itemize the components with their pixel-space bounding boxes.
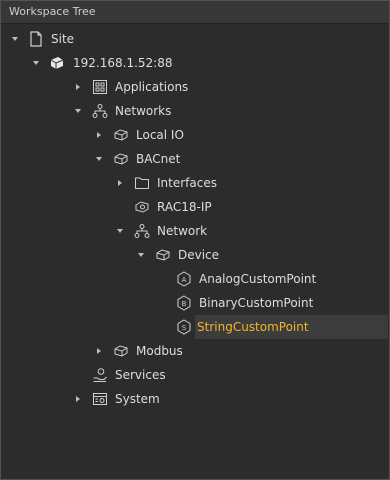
tree-node-network[interactable]: Network <box>1 219 389 243</box>
collapsed-arrow-icon[interactable] <box>93 129 105 141</box>
expanded-arrow-icon[interactable] <box>9 33 21 45</box>
tree-node-networks[interactable]: Networks <box>1 99 389 123</box>
collapsed-arrow-icon[interactable] <box>93 345 105 357</box>
tree-node-label: Network <box>157 224 208 238</box>
tree-node-device-ip[interactable]: 192.168.1.52:88 <box>1 51 389 75</box>
collapsed-arrow-icon[interactable] <box>72 81 84 93</box>
tree-node-label: Local IO <box>136 128 184 142</box>
tree-node-label: Networks <box>115 104 172 118</box>
tree-node-interfaces[interactable]: Interfaces <box>1 171 389 195</box>
collapsed-arrow-icon[interactable] <box>72 393 84 405</box>
workspace-tree-panel: Workspace Tree Site 192.168.1.52:88 Appl… <box>0 0 390 480</box>
tree-node-label: Device <box>178 248 220 262</box>
svg-text:S: S <box>182 324 187 332</box>
tree-node-label: BACnet <box>136 152 181 166</box>
workspace-tree: Site 192.168.1.52:88 Applications Networ… <box>1 24 389 411</box>
box-icon <box>154 246 172 264</box>
network-icon <box>133 222 151 240</box>
tree-node-label: AnalogCustomPoint <box>199 272 317 286</box>
tree-node-label: System <box>115 392 160 406</box>
tree-node-label: StringCustomPoint <box>197 320 309 334</box>
services-hand-icon <box>91 366 109 384</box>
tree-node-label: Interfaces <box>157 176 217 190</box>
tree-node-label: Services <box>115 368 166 382</box>
tree-node-label: Site <box>51 32 75 46</box>
string-point-icon: S <box>175 318 193 336</box>
gear-box-icon <box>133 198 151 216</box>
tree-node-binary-custom-point[interactable]: B BinaryCustomPoint <box>1 291 389 315</box>
tree-node-analog-custom-point[interactable]: A AnalogCustomPoint <box>1 267 389 291</box>
collapsed-arrow-icon[interactable] <box>114 177 126 189</box>
tree-node-device[interactable]: Device <box>1 243 389 267</box>
tree-node-system[interactable]: System <box>1 387 389 411</box>
expanded-arrow-icon[interactable] <box>93 153 105 165</box>
expanded-arrow-icon[interactable] <box>72 105 84 117</box>
svg-text:B: B <box>182 300 187 308</box>
box-icon <box>112 150 130 168</box>
tree-node-label: Modbus <box>136 344 183 358</box>
box-icon <box>112 126 130 144</box>
tree-node-label: BinaryCustomPoint <box>199 296 314 310</box>
tree-node-applications[interactable]: Applications <box>1 75 389 99</box>
binary-point-icon: B <box>175 294 193 312</box>
box-icon <box>112 342 130 360</box>
applications-icon <box>91 78 109 96</box>
analog-point-icon: A <box>175 270 193 288</box>
tree-node-label: RAC18-IP <box>157 200 212 214</box>
network-icon <box>91 102 109 120</box>
tree-node-local-io[interactable]: Local IO <box>1 123 389 147</box>
tree-node-rac18-ip[interactable]: RAC18-IP <box>1 195 389 219</box>
tree-node-label: 192.168.1.52:88 <box>73 56 173 70</box>
panel-title: Workspace Tree <box>1 1 389 24</box>
system-settings-icon <box>91 390 109 408</box>
expanded-arrow-icon[interactable] <box>135 249 147 261</box>
tree-node-string-custom-point[interactable]: S StringCustomPoint <box>1 315 389 339</box>
expanded-arrow-icon[interactable] <box>30 57 42 69</box>
server-cube-icon <box>48 54 66 72</box>
tree-node-site[interactable]: Site <box>1 27 389 51</box>
tree-node-bacnet[interactable]: BACnet <box>1 147 389 171</box>
svg-text:A: A <box>182 276 187 284</box>
folder-icon <box>133 174 151 192</box>
file-icon <box>27 30 45 48</box>
tree-node-services[interactable]: Services <box>1 363 389 387</box>
tree-node-label: Applications <box>115 80 189 94</box>
tree-node-modbus[interactable]: Modbus <box>1 339 389 363</box>
expanded-arrow-icon[interactable] <box>114 225 126 237</box>
